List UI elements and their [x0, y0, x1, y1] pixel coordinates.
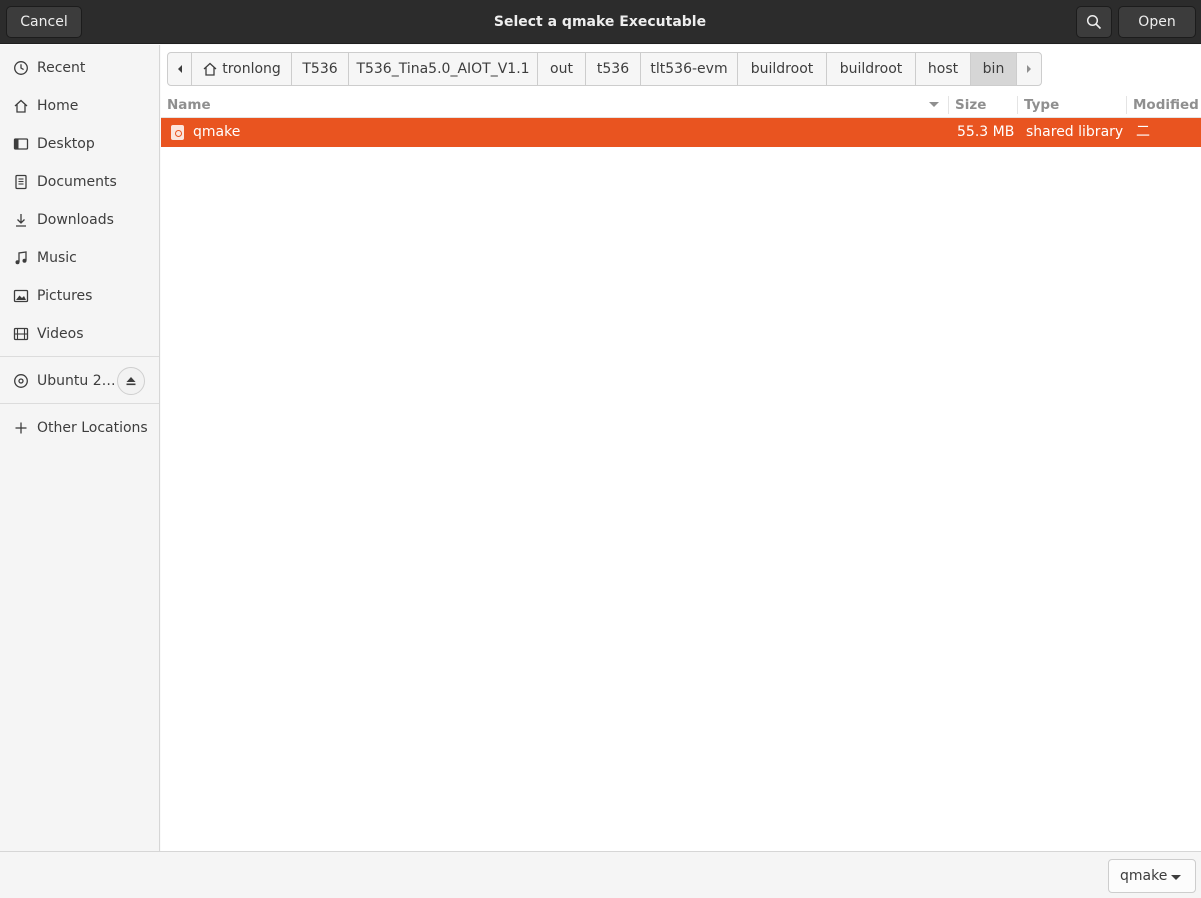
file-browser: tronlong T536 T536_Tina5.0_AIOT_V1.1 out… [161, 45, 1201, 851]
home-icon [12, 97, 30, 115]
path-segment-home[interactable]: tronlong [192, 53, 292, 85]
sidebar-separator [0, 403, 159, 404]
path-segment[interactable]: buildroot [738, 53, 827, 85]
path-segment[interactable]: buildroot [827, 53, 916, 85]
eject-button[interactable] [117, 367, 145, 395]
video-icon [12, 325, 30, 343]
disc-icon [12, 372, 30, 390]
sidebar-item-device[interactable]: Ubuntu 2… [0, 362, 159, 400]
path-segment[interactable]: T536_Tina5.0_AIOT_V1.1 [349, 53, 538, 85]
path-segment[interactable]: tlt536-evm [641, 53, 738, 85]
music-icon [12, 249, 30, 267]
sidebar-item-label: Music [37, 250, 77, 266]
file-name: qmake [193, 124, 241, 140]
file-row[interactable]: qmake 55.3 MB shared library 二 [161, 118, 1201, 147]
sidebar-item-recent[interactable]: Recent [0, 49, 159, 87]
column-modified[interactable]: Modified [1133, 92, 1199, 118]
places-sidebar: Recent Home Desktop Documents Downloads … [0, 45, 160, 851]
desktop-icon [12, 135, 30, 153]
column-type[interactable]: Type [1024, 92, 1059, 118]
path-segment[interactable]: host [916, 53, 971, 85]
sidebar-item-music[interactable]: Music [0, 239, 159, 277]
clock-icon [12, 59, 30, 77]
picture-icon [12, 287, 30, 305]
path-scroll-right-button[interactable] [1017, 53, 1041, 85]
document-icon [12, 173, 30, 191]
sidebar-item-label: Downloads [37, 212, 114, 228]
executable-file-icon [171, 125, 184, 140]
sidebar-item-videos[interactable]: Videos [0, 315, 159, 353]
sort-descending-icon [929, 102, 939, 107]
sidebar-item-pictures[interactable]: Pictures [0, 277, 159, 315]
sidebar-item-label: Videos [37, 326, 84, 342]
sidebar-item-downloads[interactable]: Downloads [0, 201, 159, 239]
search-button[interactable] [1076, 6, 1112, 38]
dialog-footer: qmake [0, 851, 1201, 898]
sidebar-item-label: Ubuntu 2… [37, 373, 116, 389]
column-name[interactable]: Name [167, 92, 211, 118]
home-icon [203, 62, 217, 76]
column-size[interactable]: Size [955, 92, 986, 118]
chevron-right-icon [1027, 65, 1031, 73]
sidebar-item-label: Other Locations [37, 420, 148, 436]
sidebar-item-home[interactable]: Home [0, 87, 159, 125]
sidebar-item-label: Desktop [37, 136, 95, 152]
column-divider[interactable] [1126, 96, 1127, 114]
file-filter-value: qmake [1120, 868, 1168, 884]
dialog-title: Select a qmake Executable [493, 14, 707, 30]
file-type: shared library [1026, 124, 1124, 140]
chevron-left-icon [177, 65, 182, 73]
sidebar-item-label: Documents [37, 174, 117, 190]
path-scroll-left-button[interactable] [168, 53, 192, 85]
column-divider[interactable] [1017, 96, 1018, 114]
sidebar-item-documents[interactable]: Documents [0, 163, 159, 201]
path-segment-current[interactable]: bin [971, 53, 1017, 85]
cancel-button[interactable]: Cancel [6, 6, 82, 38]
path-segment[interactable]: T536 [292, 53, 349, 85]
header-bar: Cancel Select a qmake Executable Open [0, 0, 1201, 44]
sidebar-item-label: Home [37, 98, 79, 114]
eject-icon [126, 377, 136, 386]
sidebar-separator [0, 356, 159, 357]
sidebar-item-label: Recent [37, 60, 86, 76]
download-icon [12, 211, 30, 229]
file-size: 55.3 MB [957, 124, 1015, 140]
path-segment[interactable]: out [538, 53, 586, 85]
search-icon [1086, 14, 1102, 30]
path-bar: tronlong T536 T536_Tina5.0_AIOT_V1.1 out… [167, 52, 1042, 86]
file-filter-dropdown[interactable]: qmake [1108, 859, 1196, 893]
sidebar-item-desktop[interactable]: Desktop [0, 125, 159, 163]
sidebar-item-label: Pictures [37, 288, 93, 304]
path-segment[interactable]: t536 [586, 53, 641, 85]
sidebar-item-other-locations[interactable]: Other Locations [0, 409, 159, 447]
plus-icon [12, 419, 30, 437]
path-segment-label: tronlong [222, 61, 281, 77]
file-modified: 二 [1136, 124, 1150, 140]
column-divider[interactable] [948, 96, 949, 114]
chevron-down-icon [1171, 875, 1181, 880]
open-button[interactable]: Open [1118, 6, 1196, 38]
column-header: Name Size Type Modified [161, 92, 1201, 118]
